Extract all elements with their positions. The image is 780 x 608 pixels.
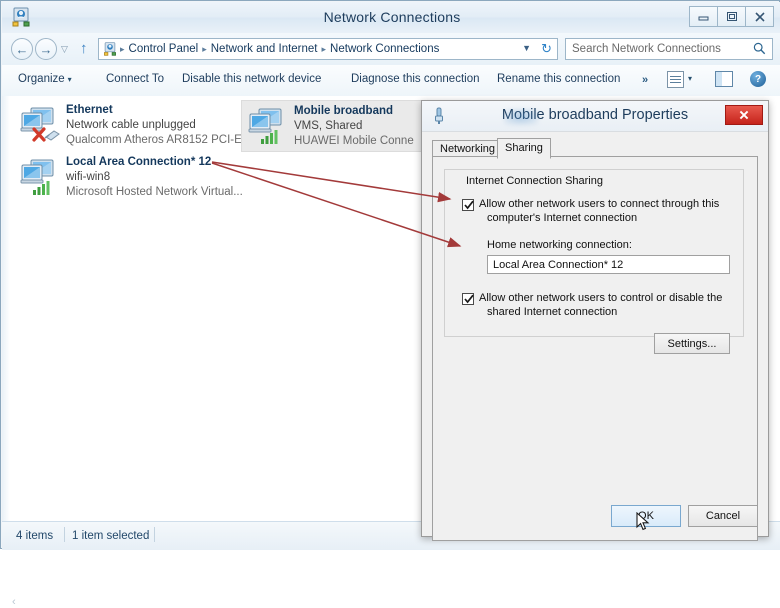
- title-blur-overlay: [504, 109, 538, 125]
- connection-name: Ethernet: [66, 104, 113, 116]
- checkmark-icon: [463, 199, 475, 211]
- group-label: Internet Connection Sharing: [463, 175, 606, 187]
- allow-control-label-line1: Allow other network users to control or …: [479, 291, 722, 305]
- scroll-hint-icon: ‹: [12, 596, 16, 608]
- checkmark-icon: [463, 293, 475, 305]
- address-bar: ← → ▽ ↑ ▸ Control Panel ▸ Network and In…: [2, 33, 780, 65]
- connection-status: wifi-win8: [66, 171, 110, 183]
- refresh-icon[interactable]: ↻: [541, 41, 552, 57]
- breadcrumb-root-icon: [103, 42, 117, 56]
- view-chevron-down-icon[interactable]: ▾: [688, 74, 692, 83]
- disable-network-device-button[interactable]: Disable this network device: [182, 73, 321, 85]
- home-networking-label: Home networking connection:: [487, 239, 632, 251]
- mouse-cursor: [636, 512, 650, 532]
- forward-button[interactable]: →: [35, 38, 57, 60]
- organize-label: Organize: [18, 73, 65, 85]
- connection-device: HUAWEI Mobile Conne: [294, 135, 414, 147]
- allow-connect-label-line1: Allow other network users to connect thr…: [479, 197, 719, 211]
- view-list-icon: [667, 71, 684, 88]
- allow-control-label-line2: shared Internet connection: [487, 305, 617, 319]
- connect-to-button[interactable]: Connect To: [106, 73, 164, 85]
- allow-connect-label-line2: computer's Internet connection: [487, 211, 637, 225]
- status-divider-2: [154, 527, 155, 542]
- dialog-title: Mobile broadband Properties: [422, 107, 768, 123]
- change-view-button[interactable]: [667, 71, 684, 88]
- breadcrumb-item-network-and-internet[interactable]: Network and Internet: [209, 43, 320, 55]
- chevron-down-icon: ▾: [68, 75, 72, 84]
- search-box[interactable]: Search Network Connections: [565, 38, 773, 60]
- breadcrumb[interactable]: ▸ Control Panel ▸ Network and Internet ▸…: [98, 38, 558, 60]
- connection-device: Microsoft Hosted Network Virtual...: [66, 186, 243, 198]
- tab-networking[interactable]: Networking: [432, 140, 503, 157]
- help-button[interactable]: ?: [750, 71, 766, 87]
- diagnose-connection-button[interactable]: Diagnose this connection: [351, 73, 480, 85]
- connection-status: Network cable unplugged: [66, 119, 196, 131]
- navigation-pane: [2, 96, 10, 521]
- breadcrumb-separator-1: ▸: [200, 44, 209, 55]
- allow-connect-checkbox[interactable]: [462, 199, 474, 211]
- recent-locations-icon[interactable]: ▽: [61, 44, 68, 55]
- close-button[interactable]: [745, 6, 774, 27]
- cancel-button[interactable]: Cancel: [688, 505, 758, 527]
- connection-status: VMS, Shared: [294, 120, 362, 132]
- connection-item-local-area-connection-12[interactable]: Local Area Connection* 12 wifi-win8 Micr…: [14, 152, 214, 204]
- rename-connection-button[interactable]: Rename this connection: [497, 73, 620, 85]
- connection-name: Mobile broadband: [294, 105, 393, 117]
- preview-pane-button[interactable]: [715, 71, 733, 87]
- preview-pane-icon: [715, 71, 733, 87]
- signal-bars-icon: [32, 178, 60, 196]
- mobile-broadband-properties-dialog: Mobile broadband Properties Networking S…: [421, 100, 769, 537]
- breadcrumb-item-control-panel[interactable]: Control Panel: [127, 43, 201, 55]
- command-bar: Organize▾ Connect To Disable this networ…: [2, 65, 780, 97]
- breadcrumb-item-network-connections[interactable]: Network Connections: [328, 43, 441, 55]
- connection-item-mobile-broadband[interactable]: Mobile broadband VMS, Shared HUAWEI Mobi…: [241, 100, 441, 152]
- breadcrumb-separator-2: ▸: [320, 44, 329, 55]
- connection-item-ethernet[interactable]: Ethernet Network cable unplugged Qualcom…: [14, 100, 214, 152]
- window-title: Network Connections: [2, 9, 780, 25]
- overflow-chevron-icon[interactable]: »: [642, 74, 648, 86]
- status-divider-1: [64, 527, 65, 542]
- help-icon: ?: [750, 71, 766, 87]
- signal-bars-icon: [260, 127, 288, 145]
- connection-name: Local Area Connection* 12: [66, 156, 211, 168]
- dialog-title-bar: Mobile broadband Properties: [422, 101, 768, 132]
- home-networking-combo[interactable]: Local Area Connection* 12: [487, 255, 730, 274]
- up-one-level-button[interactable]: ↑: [80, 40, 88, 57]
- status-item-count: 4 items: [16, 530, 53, 542]
- unplugged-x-icon: [32, 126, 60, 144]
- chevron-down-icon[interactable]: ▼: [522, 43, 531, 53]
- tab-sharing[interactable]: Sharing: [497, 138, 551, 159]
- allow-control-checkbox[interactable]: [462, 293, 474, 305]
- search-icon: [753, 42, 766, 58]
- search-input[interactable]: Search Network Connections: [572, 43, 721, 55]
- dialog-close-button[interactable]: [725, 105, 763, 125]
- back-button[interactable]: ←: [11, 38, 33, 60]
- maximize-button[interactable]: [717, 6, 746, 27]
- window-title-bar: Network Connections: [2, 2, 780, 34]
- sharing-tab-panel: Internet Connection Sharing Allow other …: [432, 156, 758, 541]
- connection-device: Qualcomm Atheros AR8152 PCI-E...: [66, 134, 251, 146]
- settings-button[interactable]: Settings...: [654, 333, 730, 354]
- minimize-button[interactable]: [689, 6, 718, 27]
- organize-button[interactable]: Organize▾: [18, 73, 72, 85]
- status-selection-count: 1 item selected: [72, 530, 149, 542]
- breadcrumb-separator-0: ▸: [118, 44, 127, 55]
- window-controls: [690, 6, 774, 27]
